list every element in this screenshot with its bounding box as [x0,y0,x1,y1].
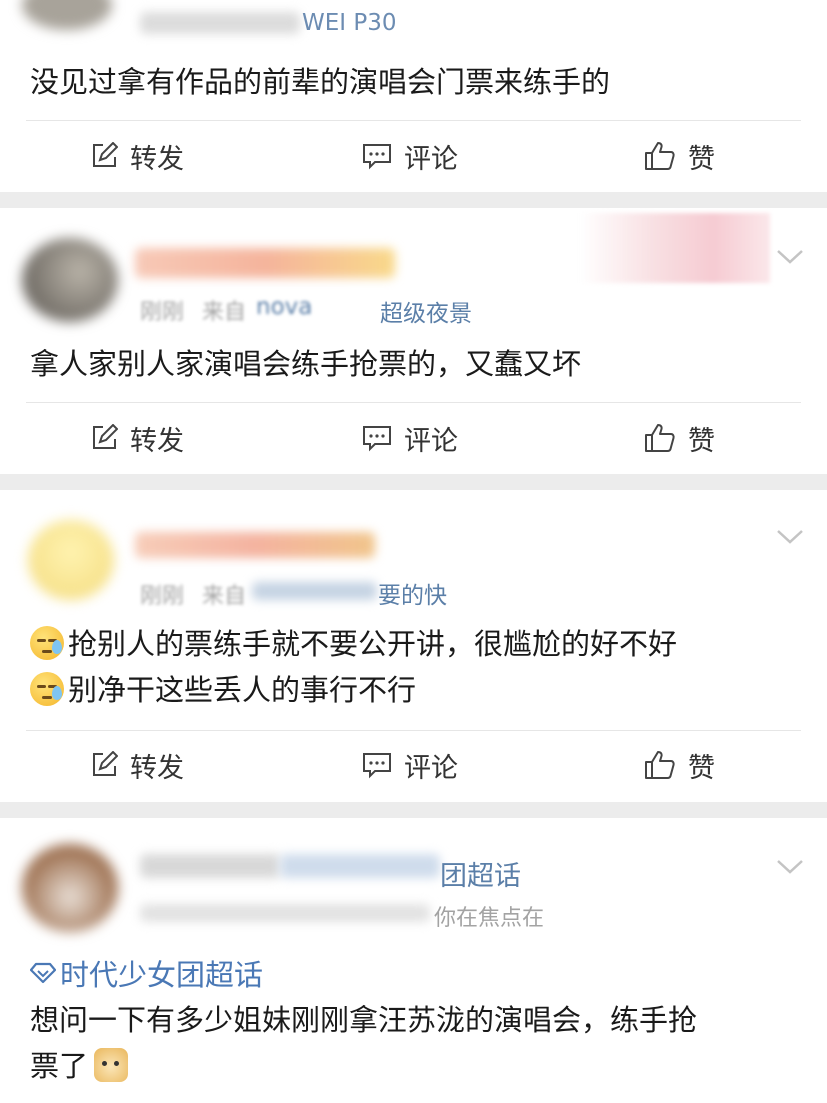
username-blurred [135,532,375,558]
post-text: 没见过拿有作品的前辈的演唱会门票来练手的 [30,65,611,99]
chevron-down-icon[interactable] [775,528,805,546]
post-source: 超级夜景 [380,301,472,327]
topic-label: 时代少女团超话 [60,958,264,992]
post-source: 要的快 [378,583,447,609]
repost-button[interactable]: 转发 [90,136,184,176]
doge-emoji-icon [94,1048,129,1082]
post-source: WEI P30 [302,10,397,36]
thumbs-up-icon [645,142,675,170]
comment-button[interactable]: 评论 [362,745,458,785]
post-name-suffix[interactable]: 团超话 [440,854,521,893]
repost-label: 转发 [130,143,184,175]
post-card-4: 团超话 你在焦点在 时代少女团超话 想问一下有多少姐妹刚刚拿汪苏泷的演唱会，练手… [0,818,827,1103]
avatar[interactable] [22,844,118,932]
separator [0,474,827,490]
source-device-partial: nova [256,294,313,320]
post-text-line-1: 抢别人的票练手就不要公开讲，很尴尬的好不好 [30,622,677,666]
source-blurred [140,904,430,922]
post-time: 刚刚 [140,300,185,325]
separator [0,802,827,818]
post-text: 拿人家别人家演唱会练手抢票的，又蠢又坏 [30,347,582,381]
divider [26,730,801,731]
repost-label: 转发 [130,752,184,784]
username-blurred [140,12,300,34]
avatar[interactable] [22,0,112,30]
topic-link[interactable]: 时代少女团超话 [30,952,263,994]
sweat-emoji-icon [30,626,64,660]
comment-bubble-icon [363,753,391,779]
username-blurred [135,248,395,278]
comment-button[interactable]: 评论 [362,418,458,458]
post-card-2: 刚刚 来自 nova 超级夜景 拿人家别人家演唱会练手抢票的，又蠢又坏 转发 评… [0,208,827,474]
like-button[interactable]: 赞 [644,418,715,458]
source-prefix: 来自 [202,584,247,609]
like-button[interactable]: 赞 [644,136,715,176]
like-label: 赞 [688,425,715,457]
chevron-down-icon[interactable] [775,858,805,876]
post-text-line-2: 别净干这些丢人的事行不行 [30,668,416,712]
repost-button[interactable]: 转发 [90,745,184,785]
repost-label: 转发 [130,425,184,457]
edit-square-icon [93,424,118,449]
edit-square-icon [93,751,118,776]
comment-label: 评论 [404,143,458,175]
divider [26,402,801,403]
source-prefix: 来自 [202,300,247,325]
comment-label: 评论 [404,752,458,784]
avatar[interactable] [22,238,118,322]
diamond-topic-icon [30,962,56,984]
username-blurred [140,854,280,878]
comment-label: 评论 [404,425,458,457]
edit-square-icon [93,142,118,167]
thumbs-up-icon [645,751,675,779]
comment-button[interactable]: 评论 [362,136,458,176]
avatar[interactable] [28,520,114,600]
post-text-line-2: 票了 [30,1044,129,1088]
repost-button[interactable]: 转发 [90,418,184,458]
like-button[interactable]: 赞 [644,745,715,785]
post-source: 你在焦点在 [434,906,545,931]
comment-bubble-icon [363,426,391,452]
like-label: 赞 [688,752,715,784]
divider [26,120,801,121]
thumbs-up-icon [645,424,675,452]
post-time: 刚刚 [140,584,185,609]
post-text-line-1: 想问一下有多少姐妹刚刚拿汪苏泷的演唱会，练手抢 [30,1003,698,1037]
post-card-3: 刚刚 来自 要的快 抢别人的票练手就不要公开讲，很尴尬的好不好 别净干这些丢人的… [0,490,827,802]
post-card-1: WEI P30 没见过拿有作品的前辈的演唱会门票来练手的 转发 评论 赞 [0,0,827,192]
separator [0,192,827,208]
like-label: 赞 [688,143,715,175]
source-device-blurred [252,582,377,600]
chevron-down-icon[interactable] [775,248,805,266]
comment-bubble-icon [363,144,391,170]
decorative-blossom-banner [580,213,770,283]
username-blurred [280,854,440,878]
sweat-emoji-icon [30,672,64,706]
